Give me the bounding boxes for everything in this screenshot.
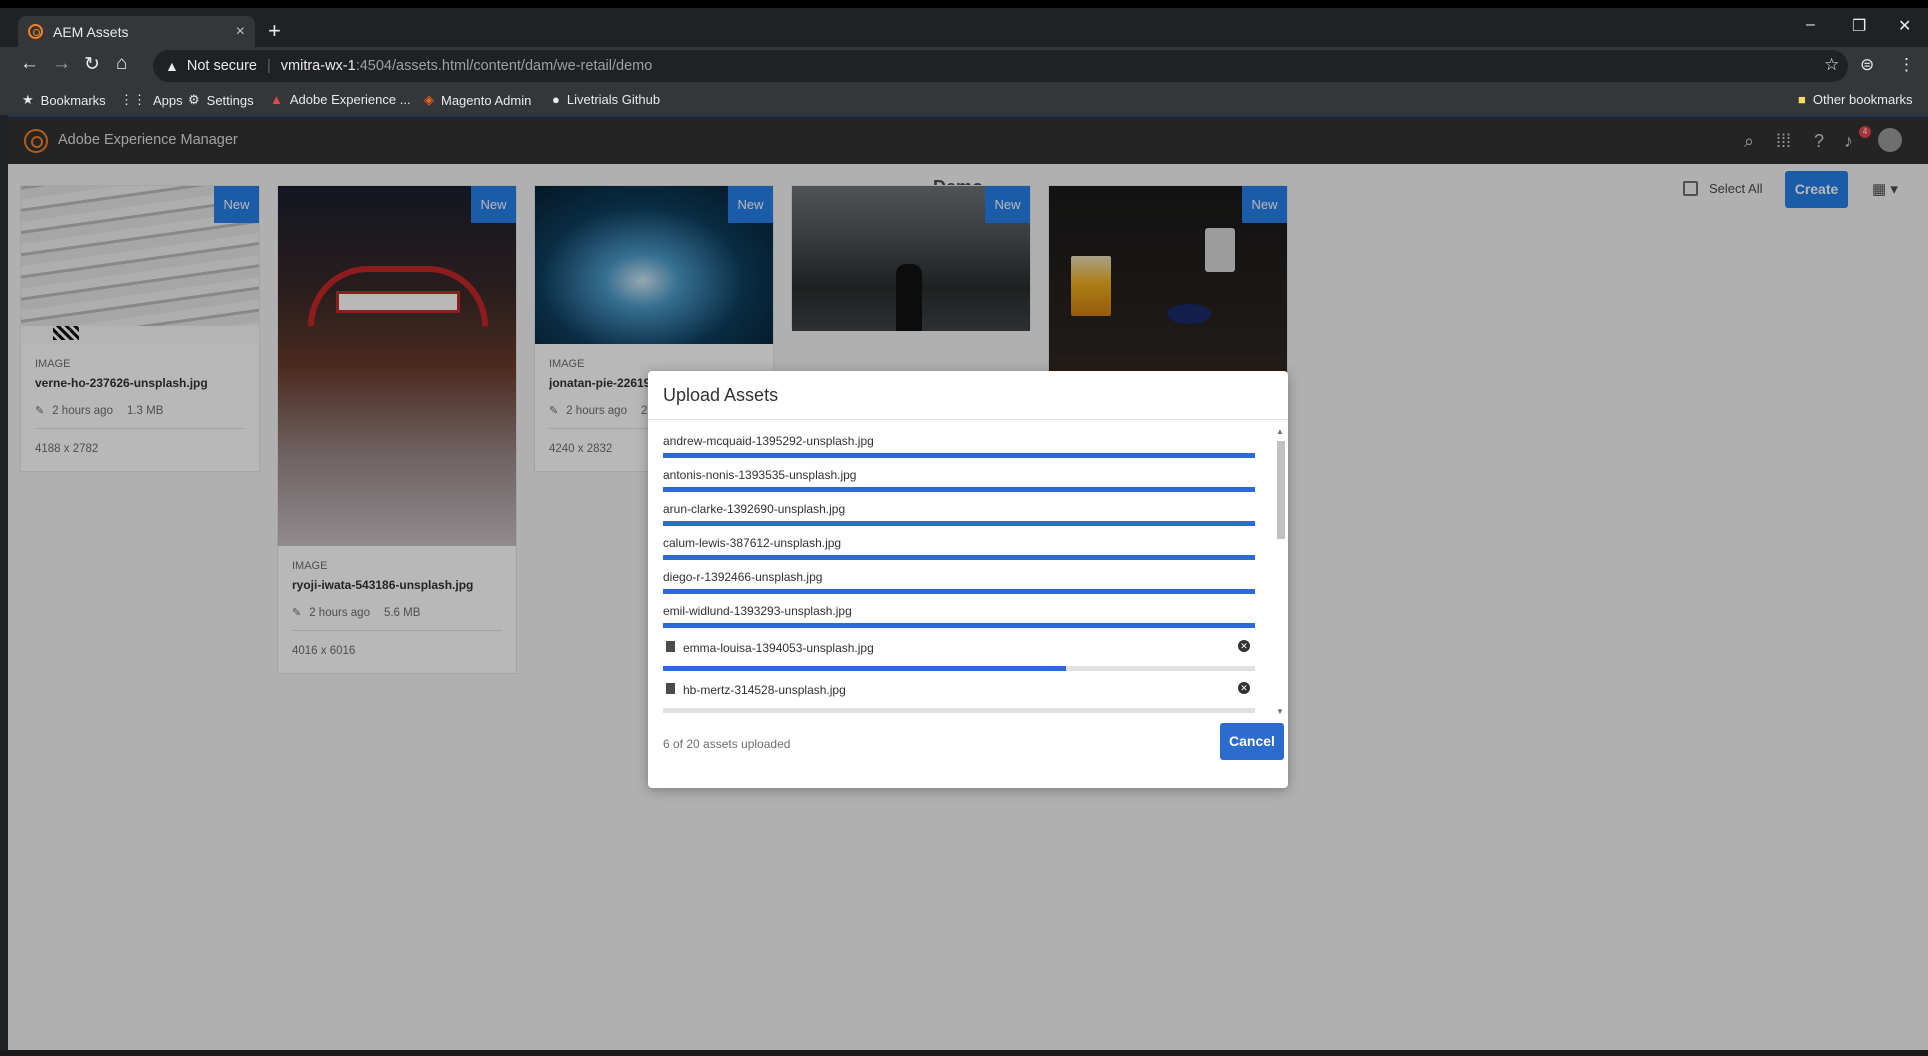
cancel-upload-icon[interactable]: ✕ xyxy=(1238,640,1250,652)
star-icon: ★ xyxy=(22,92,34,107)
bookmark-label: Magento Admin xyxy=(441,92,532,108)
security-label: Not secure xyxy=(186,58,257,74)
progress-bar xyxy=(663,521,1255,526)
scroll-up-icon[interactable]: ▲ xyxy=(1276,427,1284,436)
bookmark-adobe[interactable]: ▲ Adobe Experience ... xyxy=(270,92,411,107)
tab-strip: AEM Assets × + – ❐ ✕ xyxy=(0,0,1928,47)
aem-favicon-icon xyxy=(28,24,43,39)
progress-bar xyxy=(663,589,1255,594)
bookmark-settings[interactable]: ⚙ Settings xyxy=(188,92,254,108)
close-window-button[interactable]: ✕ xyxy=(1898,16,1911,36)
upload-item: antonis-nonis-1393535-unsplash.jpg xyxy=(663,463,1255,497)
back-icon[interactable]: ← xyxy=(20,53,39,75)
bookmark-label: Livetrials Github xyxy=(566,92,661,107)
upload-filename: antonis-nonis-1393535-unsplash.jpg xyxy=(663,468,857,482)
file-icon xyxy=(666,641,675,652)
progress-fill xyxy=(663,666,1066,671)
upload-filename: emil-widlund-1393293-unsplash.jpg xyxy=(663,604,852,618)
github-icon: ● xyxy=(552,92,560,107)
scrollbar-thumb[interactable] xyxy=(1277,441,1285,539)
progress-bar xyxy=(663,453,1255,458)
file-icon xyxy=(666,683,675,694)
progress-fill xyxy=(663,623,1255,628)
bookmark-label: Settings xyxy=(206,92,254,108)
bookmark-magento[interactable]: ◈ Magento Admin xyxy=(424,92,531,108)
progress-fill xyxy=(663,589,1255,594)
progress-fill xyxy=(663,521,1255,526)
url-host: vmitra-wx-1 xyxy=(280,58,356,74)
divider xyxy=(648,419,1288,420)
dialog-title: Upload Assets xyxy=(663,385,779,405)
cancel-upload-icon[interactable]: ✕ xyxy=(1238,682,1250,694)
folder-icon: ■ xyxy=(1798,92,1806,107)
progress-fill xyxy=(663,555,1255,560)
apps-grid-icon: ⋮⋮ xyxy=(120,92,146,107)
progress-fill xyxy=(663,453,1255,458)
upload-filename: calum-lewis-387612-unsplash.jpg xyxy=(663,536,842,550)
bookmark-label: Adobe Experience ... xyxy=(289,92,411,107)
upload-assets-dialog: Upload Assets andrew-mcquaid-1395292-uns… xyxy=(648,371,1288,788)
url-path: :4504/assets.html/content/dam/we-retail/… xyxy=(355,58,653,74)
progress-fill xyxy=(663,487,1255,492)
gear-icon: ⚙ xyxy=(188,92,200,107)
scroll-down-icon[interactable]: ▼ xyxy=(1276,707,1284,716)
progress-bar xyxy=(663,487,1255,492)
browser-toolbar: ← → ↻ ⌂ ▲ Not secure | vmitra-wx-1 :4504… xyxy=(0,47,1928,85)
upload-filename: hb-mertz-314528-unsplash.jpg xyxy=(683,683,846,697)
upload-filename: arun-clarke-1392690-unsplash.jpg xyxy=(663,502,846,516)
upload-filename: andrew-mcquaid-1395292-unsplash.jpg xyxy=(663,434,874,448)
magento-icon: ◈ xyxy=(424,92,434,107)
progress-bar xyxy=(663,666,1255,671)
taskbar xyxy=(0,1050,1928,1056)
other-bookmarks[interactable]: ■ Other bookmarks xyxy=(1798,92,1913,107)
upload-item: calum-lewis-387612-unsplash.jpg xyxy=(663,531,1255,565)
progress-bar xyxy=(663,623,1255,628)
home-icon[interactable]: ⌂ xyxy=(116,53,127,75)
menu-icon[interactable]: ⋮ xyxy=(1898,55,1915,75)
upload-item-in-progress: hb-mertz-314528-unsplash.jpg ✕ xyxy=(663,675,1255,717)
upload-filename: diego-r-1392466-unsplash.jpg xyxy=(663,570,823,584)
restore-button[interactable]: ❐ xyxy=(1852,16,1866,36)
upload-item: andrew-mcquaid-1395292-unsplash.jpg xyxy=(663,429,1255,463)
bookmark-label: Apps xyxy=(153,92,183,108)
browser-tab-aem-assets[interactable]: AEM Assets × xyxy=(18,16,255,47)
cancel-button[interactable]: Cancel xyxy=(1220,723,1284,760)
tab-title: AEM Assets xyxy=(53,23,129,40)
bookmark-github[interactable]: ● Livetrials Github xyxy=(552,92,660,107)
address-bar[interactable]: ▲ Not secure | vmitra-wx-1 :4504/assets.… xyxy=(153,50,1848,82)
reload-icon[interactable]: ↻ xyxy=(84,53,100,76)
bookmark-label: Bookmarks xyxy=(40,92,106,108)
upload-item: diego-r-1392466-unsplash.jpg xyxy=(663,565,1255,599)
progress-bar xyxy=(663,708,1255,713)
adobe-icon: ▲ xyxy=(270,92,283,107)
browser-window: AEM Assets × + – ❐ ✕ ← → ↻ ⌂ ▲ Not secur… xyxy=(0,0,1928,1056)
upload-status: 6 of 20 assets uploaded xyxy=(663,737,791,751)
tab-close-icon[interactable]: × xyxy=(236,23,245,41)
aem-page: Adobe Experience Manager ⌕ ⁞⁞⁞ ? ♪ 4 ▭ ▾… xyxy=(8,115,1928,1050)
bookmark-label: Other bookmarks xyxy=(1812,92,1913,107)
upload-item-in-progress: emma-louisa-1394053-unsplash.jpg ✕ xyxy=(663,633,1255,675)
bookmarks-bar: ★ Bookmarks ⋮⋮ Apps ⚙ Settings ▲ Adobe E… xyxy=(0,85,1928,115)
upload-item: emil-widlund-1393293-unsplash.jpg xyxy=(663,599,1255,633)
minimize-button[interactable]: – xyxy=(1806,16,1815,34)
upload-list[interactable]: andrew-mcquaid-1395292-unsplash.jpg anto… xyxy=(663,429,1255,717)
warning-icon: ▲ xyxy=(165,58,179,74)
upload-item: arun-clarke-1392690-unsplash.jpg xyxy=(663,497,1255,531)
address-separator: | xyxy=(266,58,271,74)
bookmark-apps[interactable]: ⋮⋮ Apps xyxy=(120,92,183,108)
bookmark-bookmarks[interactable]: ★ Bookmarks xyxy=(22,92,106,108)
bookmark-star-icon[interactable]: ☆ xyxy=(1824,55,1839,75)
extension-icon[interactable]: ⊜ xyxy=(1860,55,1874,75)
scrollbar[interactable]: ▲ ▼ xyxy=(1274,427,1286,717)
new-tab-button[interactable]: + xyxy=(268,18,281,44)
forward-icon[interactable]: → xyxy=(52,53,71,75)
upload-filename: emma-louisa-1394053-unsplash.jpg xyxy=(683,641,874,655)
progress-bar xyxy=(663,555,1255,560)
